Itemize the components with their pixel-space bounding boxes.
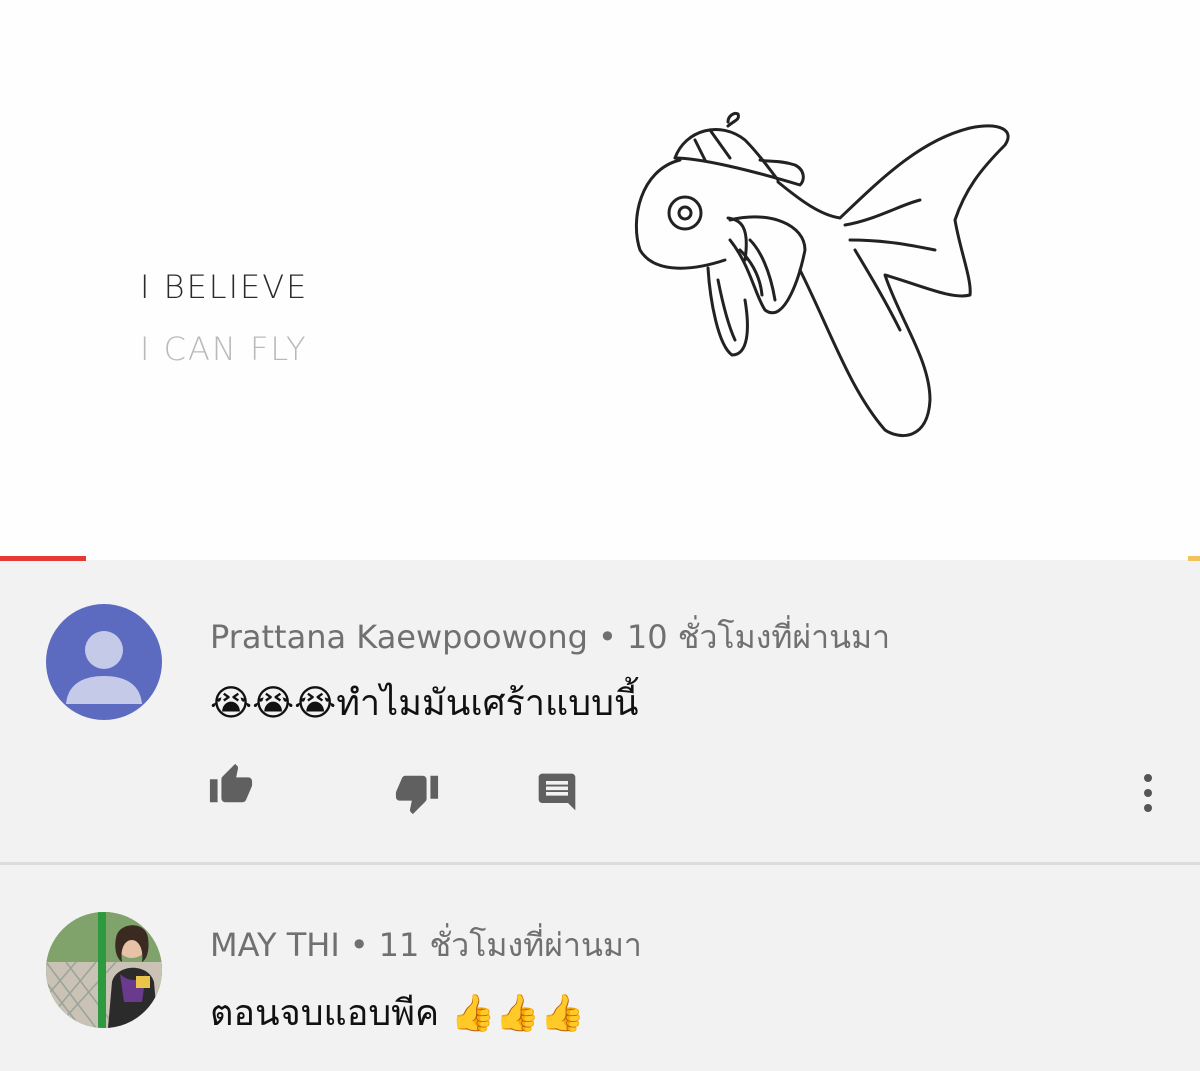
more-vertical-icon	[1144, 774, 1152, 812]
goldfish-drawing	[634, 112, 1010, 437]
thumbs-down-icon	[395, 775, 439, 815]
video-player[interactable]: I BELIEVE I CAN FLY	[0, 0, 1200, 561]
progress-bar[interactable]	[0, 556, 1200, 561]
comment-time: 10 ชั่วโมงที่ผ่านมา	[626, 618, 891, 656]
comment-text: ตอนจบแอบพีค 👍👍👍	[210, 993, 585, 1034]
reply-button[interactable]	[535, 762, 579, 818]
comment-item: Prattana Kaewpoowong • 10 ชั่วโมงที่ผ่านมา…	[0, 562, 1200, 862]
video-caption-line2: I CAN FLY	[140, 330, 308, 368]
progress-bar-fill	[0, 556, 87, 561]
profile-photo	[46, 912, 162, 1028]
default-avatar[interactable]	[46, 604, 162, 720]
comment-author[interactable]: Prattana Kaewpoowong	[210, 618, 588, 656]
like-button[interactable]	[208, 762, 254, 812]
more-options-button[interactable]	[1136, 762, 1160, 822]
comment-meta: Prattana Kaewpoowong • 10 ชั่วโมงที่ผ่านมา	[210, 612, 890, 663]
dislike-button[interactable]	[394, 762, 440, 820]
thumbs-up-icon	[209, 763, 253, 803]
separator-dot: •	[597, 618, 617, 656]
comment-text: 😭😭😭ทำไมมันเศร้าแบบนี้	[210, 683, 639, 724]
avatar[interactable]	[46, 912, 162, 1028]
separator-dot: •	[349, 926, 369, 964]
comment-icon	[538, 773, 576, 811]
comment-author[interactable]: MAY THI	[210, 926, 340, 964]
comment-meta: MAY THI • 11 ชั่วโมงที่ผ่านมา	[210, 920, 642, 971]
comment-time: 11 ชั่วโมงที่ผ่านมา	[378, 926, 642, 964]
person-icon	[66, 631, 142, 704]
comment-divider	[0, 862, 1200, 865]
video-caption-line1: I BELIEVE	[140, 268, 309, 306]
comment-item: MAY THI • 11 ชั่วโมงที่ผ่านมา ตอนจบแอบพีค …	[0, 866, 1200, 1071]
progress-bar-end	[1188, 556, 1200, 561]
comment-actions	[0, 762, 1200, 822]
